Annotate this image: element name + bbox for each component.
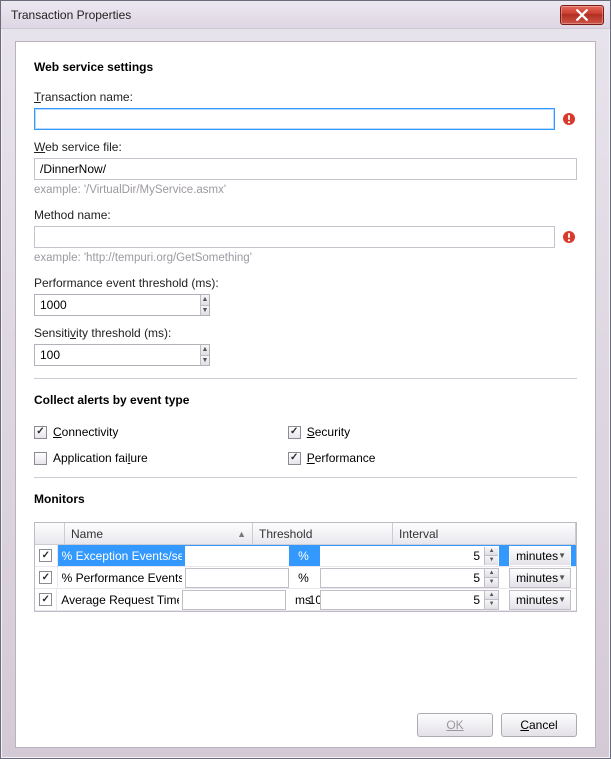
sensitivity-threshold-stepper[interactable]: ▲ ▼ [34,344,210,366]
perf-threshold-input[interactable] [35,295,200,315]
example-method-name: example: 'http://tempuri.org/GetSomethin… [34,252,577,264]
check-label: Security [307,425,350,439]
cell-name: % Exception Events/sec exce… [58,545,183,566]
error-icon [561,229,577,245]
alerts-checks: Connectivity Application failure Securit… [34,425,577,465]
checkbox-icon [34,452,47,465]
monitors-header: Name ▲ Threshold Interval [35,523,576,545]
chevron-down-icon: ▼ [558,595,566,604]
checkbox-icon[interactable] [39,571,52,584]
client-area: Web service settings Transaction name: W… [15,41,596,748]
interval-unit-select[interactable]: minutes ▼ [509,590,571,610]
cell-threshold-unit: % [294,545,315,566]
section-monitors: Monitors [34,492,577,506]
label-transaction-name: Transaction name: [34,90,577,104]
threshold-stepper[interactable]: ▲▼ [182,590,286,610]
monitors-table: Name ▲ Threshold Interval % Exception Ev… [34,522,577,612]
check-application-failure[interactable]: Application failure [34,451,148,465]
sensitivity-threshold-input[interactable] [35,345,200,365]
interval-stepper[interactable]: ▲▼ [320,590,499,610]
spin-up-icon[interactable]: ▲ [201,345,209,355]
checkbox-icon[interactable] [39,593,52,606]
col-threshold[interactable]: Threshold [253,523,393,544]
interval-unit-select[interactable]: minutes ▼ [509,546,571,566]
check-security[interactable]: Security [288,425,376,439]
threshold-stepper[interactable]: ▲▼ [185,568,289,588]
dialog-footer: OK Cancel [34,703,577,737]
spin-down-icon[interactable]: ▼ [485,599,498,609]
method-name-input[interactable] [34,226,555,248]
separator [34,477,577,478]
spin-up-icon[interactable]: ▲ [485,569,498,578]
titlebar: Transaction Properties [1,1,610,29]
interval-input[interactable] [321,569,484,587]
close-icon [576,9,588,21]
interval-unit-select[interactable]: minutes ▼ [509,568,571,588]
cell-name: % Performance Events/sec ex… [58,567,183,588]
table-row[interactable]: % Exception Events/sec exce… ▲▼ % ▲▼ [35,545,576,567]
col-name[interactable]: Name ▲ [65,523,253,544]
sort-asc-icon: ▲ [237,529,246,539]
transaction-name-input[interactable] [34,108,555,130]
interval-stepper[interactable]: ▲▼ [320,546,499,566]
check-label: Performance [307,451,376,465]
button-label: Cancel [520,718,557,732]
checkbox-icon [288,452,301,465]
check-performance[interactable]: Performance [288,451,376,465]
chevron-down-icon: ▼ [558,551,566,560]
check-label: Application failure [53,451,148,465]
select-value: minutes [516,593,558,607]
cell-threshold-unit: ms [291,589,315,610]
cancel-button[interactable]: Cancel [501,713,577,737]
spin-down-icon[interactable]: ▼ [201,305,209,316]
web-service-file-input[interactable] [34,158,577,180]
label-perf-threshold: Performance event threshold (ms): [34,276,577,290]
threshold-stepper[interactable]: ▲▼ [185,546,289,566]
perf-threshold-stepper[interactable]: ▲ ▼ [34,294,210,316]
check-label: Connectivity [53,425,118,439]
table-row[interactable]: % Performance Events/sec ex… ▲▼ % ▲▼ [35,567,576,589]
checkbox-icon [34,426,47,439]
checkbox-icon [288,426,301,439]
cell-threshold-unit: % [294,567,315,588]
section-web-service: Web service settings [34,60,577,74]
separator [34,378,577,379]
button-label: OK [446,718,463,732]
interval-input[interactable] [321,591,484,609]
spin-down-icon[interactable]: ▼ [485,577,498,587]
spin-down-icon[interactable]: ▼ [485,555,498,565]
spin-up-icon[interactable]: ▲ [485,591,498,600]
checkbox-icon[interactable] [39,549,52,562]
interval-stepper[interactable]: ▲▼ [320,568,499,588]
spin-up-icon[interactable]: ▲ [485,547,498,556]
chevron-down-icon: ▼ [558,573,566,582]
close-button[interactable] [560,5,604,25]
col-interval[interactable]: Interval [393,523,576,544]
ok-button[interactable]: OK [417,713,493,737]
spin-up-icon[interactable]: ▲ [201,295,209,305]
label-sensitivity-threshold: Sensitivity threshold (ms): [34,326,577,340]
interval-input[interactable] [321,547,484,565]
table-row[interactable]: Average Request Time excee… ▲▼ ms ▲▼ [35,589,576,611]
label-web-service-file: Web service file: [34,140,577,154]
section-alerts: Collect alerts by event type [34,393,577,407]
spin-down-icon[interactable]: ▼ [201,355,209,366]
error-icon [561,111,577,127]
select-value: minutes [516,571,558,585]
col-check[interactable] [35,523,65,544]
example-web-service-file: example: '/VirtualDir/MyService.asmx' [34,184,577,196]
window-title: Transaction Properties [11,8,131,22]
select-value: minutes [516,549,558,563]
check-connectivity[interactable]: Connectivity [34,425,148,439]
dialog-window: Transaction Properties Web service setti… [0,0,611,759]
cell-name: Average Request Time excee… [57,589,179,610]
label-method-name: Method name: [34,208,577,222]
